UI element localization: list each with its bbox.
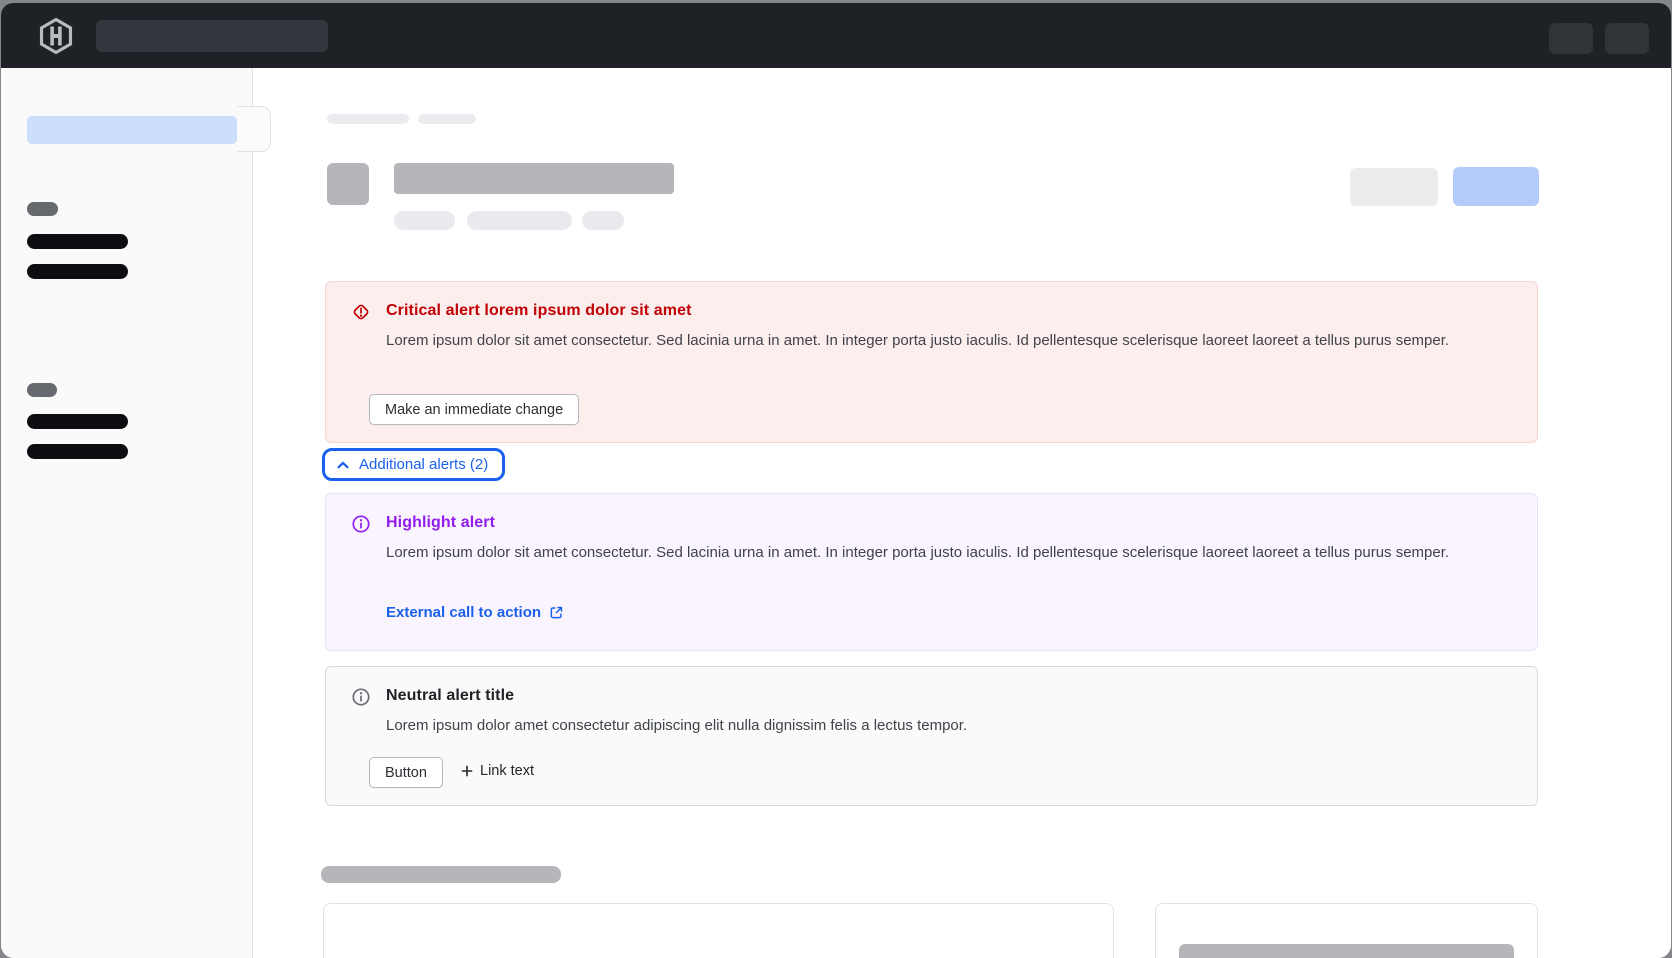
neutral-alert-title: Neutral alert title [386,687,514,705]
critical-alert-title: Critical alert lorem ipsum dolor sit ame… [386,302,692,320]
page-icon-skeleton [327,163,369,205]
sidebar-section-label-skeleton [27,383,57,397]
immediate-change-button[interactable]: Make an immediate change [369,394,579,425]
info-circle-icon [351,687,371,707]
sidebar-nav-item-skeleton[interactable] [27,444,128,459]
sidebar [1,68,253,958]
page-meta-skeleton [582,211,624,230]
sidebar-section-label-skeleton [27,202,58,216]
content-card-skeleton [1155,903,1538,958]
external-link-icon [549,605,564,620]
sidebar-nav-item-skeleton[interactable] [27,414,128,429]
global-search-skeleton[interactable] [96,20,328,52]
sidebar-nav-item-skeleton[interactable] [27,234,128,249]
chevron-up-icon [335,457,351,473]
additional-alerts-toggle[interactable]: Additional alerts (2) [322,448,505,481]
card-bar-skeleton [1179,944,1514,958]
external-cta-link[interactable]: External call to action [386,604,564,621]
add-link-button[interactable]: Link text [461,763,534,779]
section-title-skeleton [321,866,561,883]
critical-alert-banner: Critical alert lorem ipsum dolor sit ame… [325,281,1538,443]
content-card-skeleton [323,903,1114,958]
external-cta-label: External call to action [386,604,541,621]
page-meta-skeleton [394,211,455,230]
info-circle-icon [351,514,371,534]
additional-alerts-label: Additional alerts (2) [359,456,488,473]
primary-action-skeleton[interactable] [1453,167,1539,206]
critical-alert-body: Lorem ipsum dolor sit amet consectetur. … [386,329,1516,352]
neutral-alert-body: Lorem ipsum dolor amet consectetur adipi… [386,714,1516,737]
sidebar-nav-item-skeleton[interactable] [27,264,128,279]
highlight-alert-title: Highlight alert [386,514,495,532]
plus-icon [461,765,473,777]
sidebar-active-item-skeleton[interactable] [27,116,237,144]
nav-action-skeleton-1[interactable] [1549,23,1593,54]
hashicorp-logo-icon [37,17,75,55]
neutral-alert-banner: Neutral alert title Lorem ipsum dolor am… [325,666,1538,806]
page-meta-skeleton [467,211,572,230]
sidebar-collapse-handle[interactable] [238,106,271,152]
secondary-action-skeleton[interactable] [1350,168,1438,206]
add-link-label: Link text [480,763,534,779]
main-content: Critical alert lorem ipsum dolor sit ame… [253,68,1671,958]
app-window: Critical alert lorem ipsum dolor sit ame… [1,3,1671,958]
page-title-skeleton [394,163,674,194]
alert-diamond-icon [351,302,371,322]
highlight-alert-banner: Highlight alert Lorem ipsum dolor sit am… [325,493,1538,651]
nav-action-skeleton-2[interactable] [1605,23,1649,54]
neutral-alert-button[interactable]: Button [369,757,443,788]
breadcrumb-skeleton[interactable] [327,114,409,124]
top-nav-bar [1,3,1671,68]
app-screenshot-frame: Critical alert lorem ipsum dolor sit ame… [0,0,1672,958]
breadcrumb-skeleton[interactable] [418,114,476,124]
highlight-alert-body: Lorem ipsum dolor sit amet consectetur. … [386,541,1516,564]
